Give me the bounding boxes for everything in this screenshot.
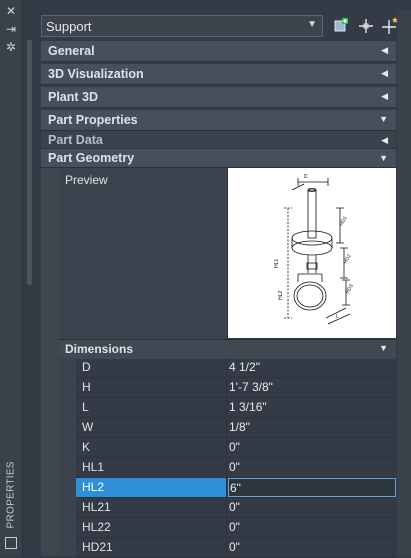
property-name: HL1 <box>76 458 227 477</box>
palette-title: PROPERTIES <box>5 461 17 529</box>
section-part-geometry[interactable]: Part Geometry ▼ <box>41 149 396 168</box>
property-value[interactable]: 0" <box>228 438 396 457</box>
svg-text:D: D <box>304 174 308 180</box>
property-value[interactable]: 1/8" <box>228 418 396 437</box>
chevron-down-icon: ▼ <box>379 114 388 124</box>
preview-label: Preview <box>65 173 108 187</box>
property-name: K <box>76 438 227 457</box>
chevron-down-icon: ▼ <box>379 153 388 163</box>
chevron-down-icon: ▼ <box>307 19 317 30</box>
property-value[interactable]: 1'-7 3/8" <box>228 378 396 397</box>
property-value-input[interactable]: 6" <box>228 478 396 497</box>
property-row-selected[interactable]: HL2 6" <box>76 478 396 498</box>
property-row[interactable]: K 0" <box>76 438 396 458</box>
property-name: D <box>76 358 227 377</box>
object-type-dropdown[interactable]: Support ▼ <box>41 15 323 37</box>
dimensions-table: D 4 1/2" H 1'-7 3/8" L 1 3/16" W 1/8" K … <box>76 358 396 558</box>
property-value[interactable]: 0" <box>228 538 396 557</box>
close-icon[interactable]: ✕ <box>3 4 19 18</box>
property-name: HD21 <box>76 538 227 557</box>
property-row[interactable]: HD21 0" <box>76 538 396 558</box>
property-row[interactable]: D 4 1/2" <box>76 358 396 378</box>
section-part-properties[interactable]: Part Properties ▼ <box>41 110 396 131</box>
palette-scrollbar[interactable] <box>27 40 32 285</box>
property-name: HL22 <box>76 518 227 537</box>
section-plant-3d[interactable]: Plant 3D ◀ <box>41 87 396 108</box>
properties-scrollbar[interactable] <box>397 10 411 556</box>
property-row[interactable]: W 1/8" <box>76 418 396 438</box>
section-general[interactable]: General ◀ <box>41 41 396 62</box>
part-preview-image: D HD1 HD2 HD3 HL1 HL2 L <box>228 168 396 338</box>
property-name: HL21 <box>76 498 227 517</box>
section-label: Part Data <box>48 133 103 147</box>
property-value[interactable]: 4 1/2" <box>228 358 396 377</box>
property-name: H <box>76 378 227 397</box>
section-label: Part Geometry <box>48 151 135 165</box>
property-name: L <box>76 398 227 417</box>
section-label: 3D Visualization <box>48 67 144 81</box>
auto-hide-icon[interactable]: ⇥ <box>3 22 19 36</box>
property-row[interactable]: L 1 3/16" <box>76 398 396 418</box>
quick-select-icon[interactable] <box>332 16 352 36</box>
gear-icon[interactable]: ✲ <box>3 40 19 54</box>
dimensions-indent <box>59 358 76 556</box>
svg-text:L: L <box>336 314 339 320</box>
dimensions-header[interactable]: Dimensions ▼ <box>59 339 396 359</box>
section-label: Part Properties <box>48 113 138 127</box>
svg-text:HL1: HL1 <box>274 259 280 268</box>
section-part-data[interactable]: Part Data ◀ <box>41 131 396 149</box>
property-name: HL2 <box>76 478 227 497</box>
property-value[interactable]: 0" <box>228 498 396 517</box>
svg-text:HL2: HL2 <box>278 291 284 300</box>
property-value[interactable]: 0" <box>228 458 396 477</box>
chevron-left-icon: ◀ <box>381 45 388 55</box>
property-value[interactable]: 0" <box>228 518 396 537</box>
palette-strip: ✕ ⇥ ✲ PROPERTIES <box>0 0 23 556</box>
property-row[interactable]: HL22 0" <box>76 518 396 538</box>
chevron-left-icon: ◀ <box>381 135 388 145</box>
chevron-left-icon: ◀ <box>381 91 388 101</box>
dimensions-label: Dimensions <box>65 342 134 356</box>
section-label: Plant 3D <box>48 90 99 104</box>
object-type-value: Support <box>46 19 92 34</box>
chevron-down-icon: ▼ <box>379 343 388 353</box>
section-3d-visualization[interactable]: 3D Visualization ◀ <box>41 64 396 85</box>
property-row[interactable]: H 1'-7 3/8" <box>76 378 396 398</box>
property-row[interactable]: HL1 0" <box>76 458 396 478</box>
chevron-left-icon: ◀ <box>381 68 388 78</box>
property-name: W <box>76 418 227 437</box>
preview-label-cell <box>59 168 228 339</box>
property-row[interactable]: HL21 0" <box>76 498 396 518</box>
select-objects-icon[interactable] <box>356 16 376 36</box>
geometry-indent <box>41 168 59 556</box>
property-value[interactable]: 1 3/16" <box>228 398 396 417</box>
palette-menu-icon[interactable] <box>5 537 17 549</box>
section-label: General <box>48 44 95 58</box>
